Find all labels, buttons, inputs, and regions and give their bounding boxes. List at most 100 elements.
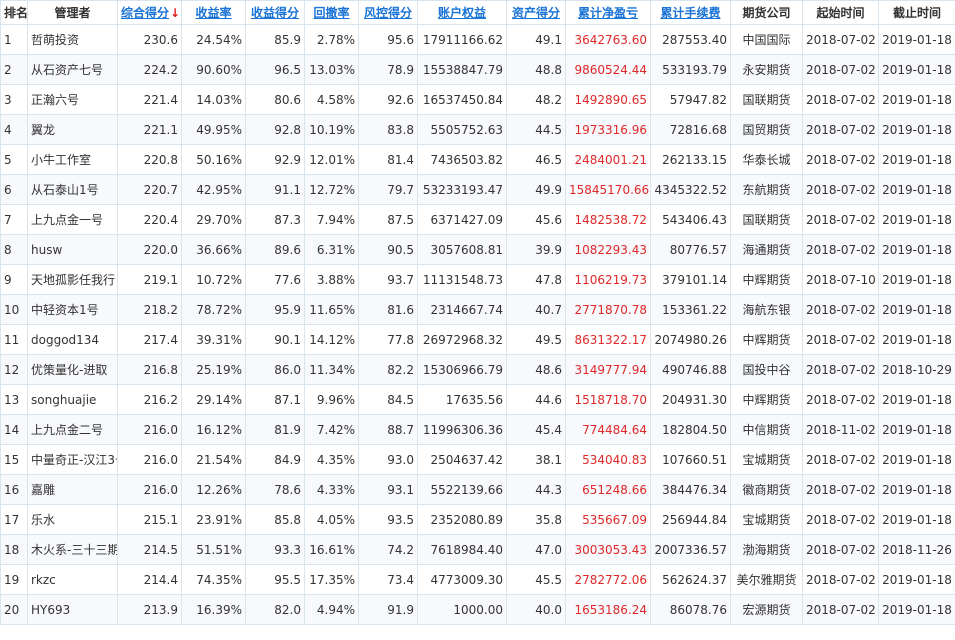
cell-risk_score: 90.5 — [358, 234, 418, 265]
cell-manager[interactable]: 嘉雕 — [27, 474, 118, 505]
cell-asset_score: 44.5 — [506, 114, 566, 145]
cell-rank: 19 — [0, 564, 28, 595]
cell-drawdown: 12.72% — [304, 174, 359, 205]
header-label: 收益率 — [195, 6, 232, 20]
cell-rank: 9 — [0, 264, 28, 295]
cell-manager[interactable]: rkzc — [27, 564, 118, 595]
sort-header-equity[interactable]: 账户权益 — [417, 0, 507, 25]
sort-header-drawdown[interactable]: 回撤率 — [304, 0, 359, 25]
cell-start: 2018-07-02 — [802, 84, 879, 115]
cell-rank: 16 — [0, 474, 28, 505]
cell-manager[interactable]: 翼龙 — [27, 114, 118, 145]
cell-manager[interactable]: 上九点金二号 — [27, 414, 118, 445]
cell-return_score: 87.3 — [245, 204, 305, 235]
cell-drawdown: 12.01% — [304, 144, 359, 175]
cell-manager[interactable]: 上九点金一号 — [27, 204, 118, 235]
header-label: 累计净盈亏 — [577, 6, 638, 20]
cell-drawdown: 7.94% — [304, 204, 359, 235]
cell-rank: 20 — [0, 594, 28, 625]
cell-fee: 490746.88 — [650, 354, 731, 385]
cell-manager[interactable]: 小牛工作室 — [27, 144, 118, 175]
cell-manager[interactable]: songhuajie — [27, 384, 118, 415]
cell-manager[interactable]: 天地孤影任我行 — [27, 264, 118, 295]
cell-drawdown: 11.65% — [304, 294, 359, 325]
cell-fee: 562624.37 — [650, 564, 731, 595]
cell-manager[interactable]: 正瀚六号 — [27, 84, 118, 115]
header-label: 期货公司 — [742, 6, 791, 20]
sort-header-return-score[interactable]: 收益得分 — [245, 0, 305, 25]
table-row: 8 husw 220.0 36.66% 89.6 6.31% 90.5 3057608.81 3… — [0, 234, 955, 265]
header-label: 收益得分 — [250, 6, 299, 20]
cell-rank: 11 — [0, 324, 28, 355]
cell-equity: 11996306.36 — [417, 414, 507, 445]
cell-net_profit: 3149777.94 — [565, 354, 651, 385]
cell-return_score: 86.0 — [245, 354, 305, 385]
cell-net_profit: 651248.66 — [565, 474, 651, 505]
cell-return: 16.12% — [181, 414, 246, 445]
cell-manager[interactable]: HY693 — [27, 594, 118, 625]
cell-asset_score: 49.5 — [506, 324, 566, 355]
cell-drawdown: 16.61% — [304, 534, 359, 565]
cell-manager[interactable]: husw — [27, 234, 118, 265]
cell-start: 2018-11-02 — [802, 414, 879, 445]
cell-manager[interactable]: doggod134 — [27, 324, 118, 355]
sort-header-risk-score[interactable]: 风控得分 — [358, 0, 418, 25]
cell-manager[interactable]: 木火系-三十三期 — [27, 534, 118, 565]
cell-rank: 3 — [0, 84, 28, 115]
sort-header-asset-score[interactable]: 资产得分 — [506, 0, 566, 25]
cell-equity: 17911166.62 — [417, 24, 507, 55]
cell-net_profit: 15845170.66 — [565, 174, 651, 205]
cell-manager[interactable]: 中量奇正-汉江3号 — [27, 444, 118, 475]
cell-net_profit: 1973316.96 — [565, 114, 651, 145]
table-row: 5 小牛工作室 220.8 50.16% 92.9 12.01% 81.4 7436503.8… — [0, 144, 955, 175]
cell-rank: 17 — [0, 504, 28, 535]
cell-equity: 15538847.79 — [417, 54, 507, 85]
cell-end: 2019-01-18 — [878, 294, 955, 325]
cell-net_profit: 2484001.21 — [565, 144, 651, 175]
cell-start: 2018-07-02 — [802, 564, 879, 595]
cell-broker: 中辉期货 — [730, 384, 803, 415]
cell-score: 215.1 — [117, 504, 182, 535]
sort-header-return[interactable]: 收益率 — [181, 0, 246, 25]
cell-broker: 国联期货 — [730, 204, 803, 235]
cell-risk_score: 95.6 — [358, 24, 418, 55]
cell-manager[interactable]: 中轻资本1号 — [27, 294, 118, 325]
table-row: 16 嘉雕 216.0 12.26% 78.6 4.33% 93.1 5522139.66 44… — [0, 474, 955, 505]
cell-risk_score: 82.2 — [358, 354, 418, 385]
cell-manager[interactable]: 从石资产七号 — [27, 54, 118, 85]
cell-broker: 国投中谷 — [730, 354, 803, 385]
cell-manager[interactable]: 哲萌投资 — [27, 24, 118, 55]
cell-score: 216.2 — [117, 384, 182, 415]
cell-asset_score: 40.0 — [506, 594, 566, 625]
cell-net_profit: 9860524.44 — [565, 54, 651, 85]
cell-end: 2019-01-18 — [878, 174, 955, 205]
cell-return: 42.95% — [181, 174, 246, 205]
table-row: 20 HY693 213.9 16.39% 82.0 4.94% 91.9 1000.00 40… — [0, 594, 955, 625]
cell-end: 2019-01-18 — [878, 84, 955, 115]
cell-drawdown: 17.35% — [304, 564, 359, 595]
cell-net_profit: 1106219.73 — [565, 264, 651, 295]
cell-risk_score: 78.9 — [358, 54, 418, 85]
cell-return: 36.66% — [181, 234, 246, 265]
sort-down-arrow-icon: ↓ — [170, 6, 181, 20]
cell-net_profit: 2782772.06 — [565, 564, 651, 595]
sort-header-net-profit[interactable]: 累计净盈亏 — [565, 0, 651, 25]
cell-return_score: 77.6 — [245, 264, 305, 295]
cell-start: 2018-07-02 — [802, 354, 879, 385]
cell-net_profit: 2771870.78 — [565, 294, 651, 325]
cell-return_score: 87.1 — [245, 384, 305, 415]
cell-asset_score: 46.5 — [506, 144, 566, 175]
sort-header-fee[interactable]: 累计手续费 — [650, 0, 731, 25]
header-label: 综合得分 — [121, 6, 170, 20]
cell-equity: 11131548.73 — [417, 264, 507, 295]
cell-return: 29.70% — [181, 204, 246, 235]
cell-broker: 中信期货 — [730, 414, 803, 445]
sort-header-score[interactable]: 综合得分↓ — [117, 0, 182, 25]
cell-score: 216.0 — [117, 414, 182, 445]
cell-return: 10.72% — [181, 264, 246, 295]
cell-start: 2018-07-02 — [802, 534, 879, 565]
cell-manager[interactable]: 优策量化-进取 — [27, 354, 118, 385]
cell-manager[interactable]: 乐水 — [27, 504, 118, 535]
table-row: 6 从石泰山1号 220.7 42.95% 91.1 12.72% 79.7 53233193… — [0, 174, 955, 205]
cell-manager[interactable]: 从石泰山1号 — [27, 174, 118, 205]
